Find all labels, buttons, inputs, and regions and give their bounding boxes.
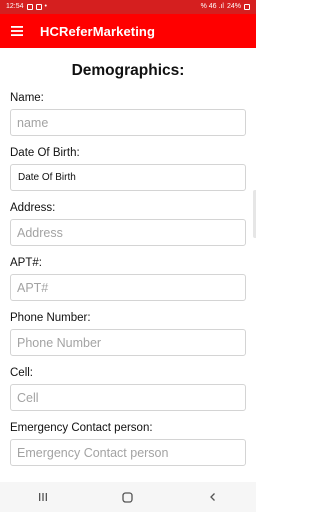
form-heading: Demographics: [71, 62, 185, 79]
status-right: % 46 .ıl 24% [201, 0, 250, 14]
dob-group: Date Of Birth: Date Of Birth [10, 143, 246, 191]
dob-label: Date Of Birth: [10, 147, 80, 159]
address-input[interactable] [10, 219, 246, 246]
battery-level: 24% [226, 3, 241, 10]
name-label: Name: [10, 92, 44, 104]
cell-label: Cell: [10, 367, 34, 379]
app-title: HCReferMarketing [40, 23, 156, 39]
recent-apps-icon[interactable] [23, 482, 63, 512]
name-group: Name: [10, 88, 246, 136]
emergency-contact-input[interactable] [10, 439, 246, 466]
app-bar: HCReferMarketing [0, 14, 256, 48]
emergency-contact-label: Emergency Contact person: [10, 422, 153, 434]
phone-label: Phone Number: [10, 312, 91, 324]
signal-indicator: % 46 .ıl [200, 3, 224, 10]
status-time: 12:54 [6, 3, 24, 10]
apt-input[interactable] [10, 274, 246, 301]
cell-group: Cell: [10, 363, 246, 411]
home-icon[interactable] [108, 482, 148, 512]
status-bar: 12:54 • % 46 .ıl 24% [0, 0, 256, 14]
dob-picker[interactable]: Date Of Birth [10, 164, 246, 191]
more-notifications-icon: • [44, 3, 47, 10]
system-nav-bar [0, 482, 256, 512]
apt-label: APT#: [10, 257, 42, 269]
battery-icon [244, 4, 250, 10]
hamburger-menu-icon[interactable] [0, 14, 34, 48]
name-input[interactable] [10, 109, 246, 136]
demographics-form: Demographics: Name: Date Of Birth: Date … [0, 48, 256, 482]
status-left: 12:54 • [6, 0, 47, 14]
phone-input[interactable] [10, 329, 246, 356]
cell-input[interactable] [10, 384, 246, 411]
download-notification-icon [35, 4, 42, 10]
apt-group: APT#: [10, 253, 246, 301]
address-label: Address: [10, 202, 56, 214]
address-group: Address: [10, 198, 246, 246]
emergency-contact-group: Emergency Contact person: [10, 418, 246, 466]
back-icon[interactable] [193, 482, 233, 512]
edge-panel-handle[interactable] [253, 190, 256, 238]
gallery-notification-icon [26, 4, 33, 10]
phone-group: Phone Number: [10, 308, 246, 356]
